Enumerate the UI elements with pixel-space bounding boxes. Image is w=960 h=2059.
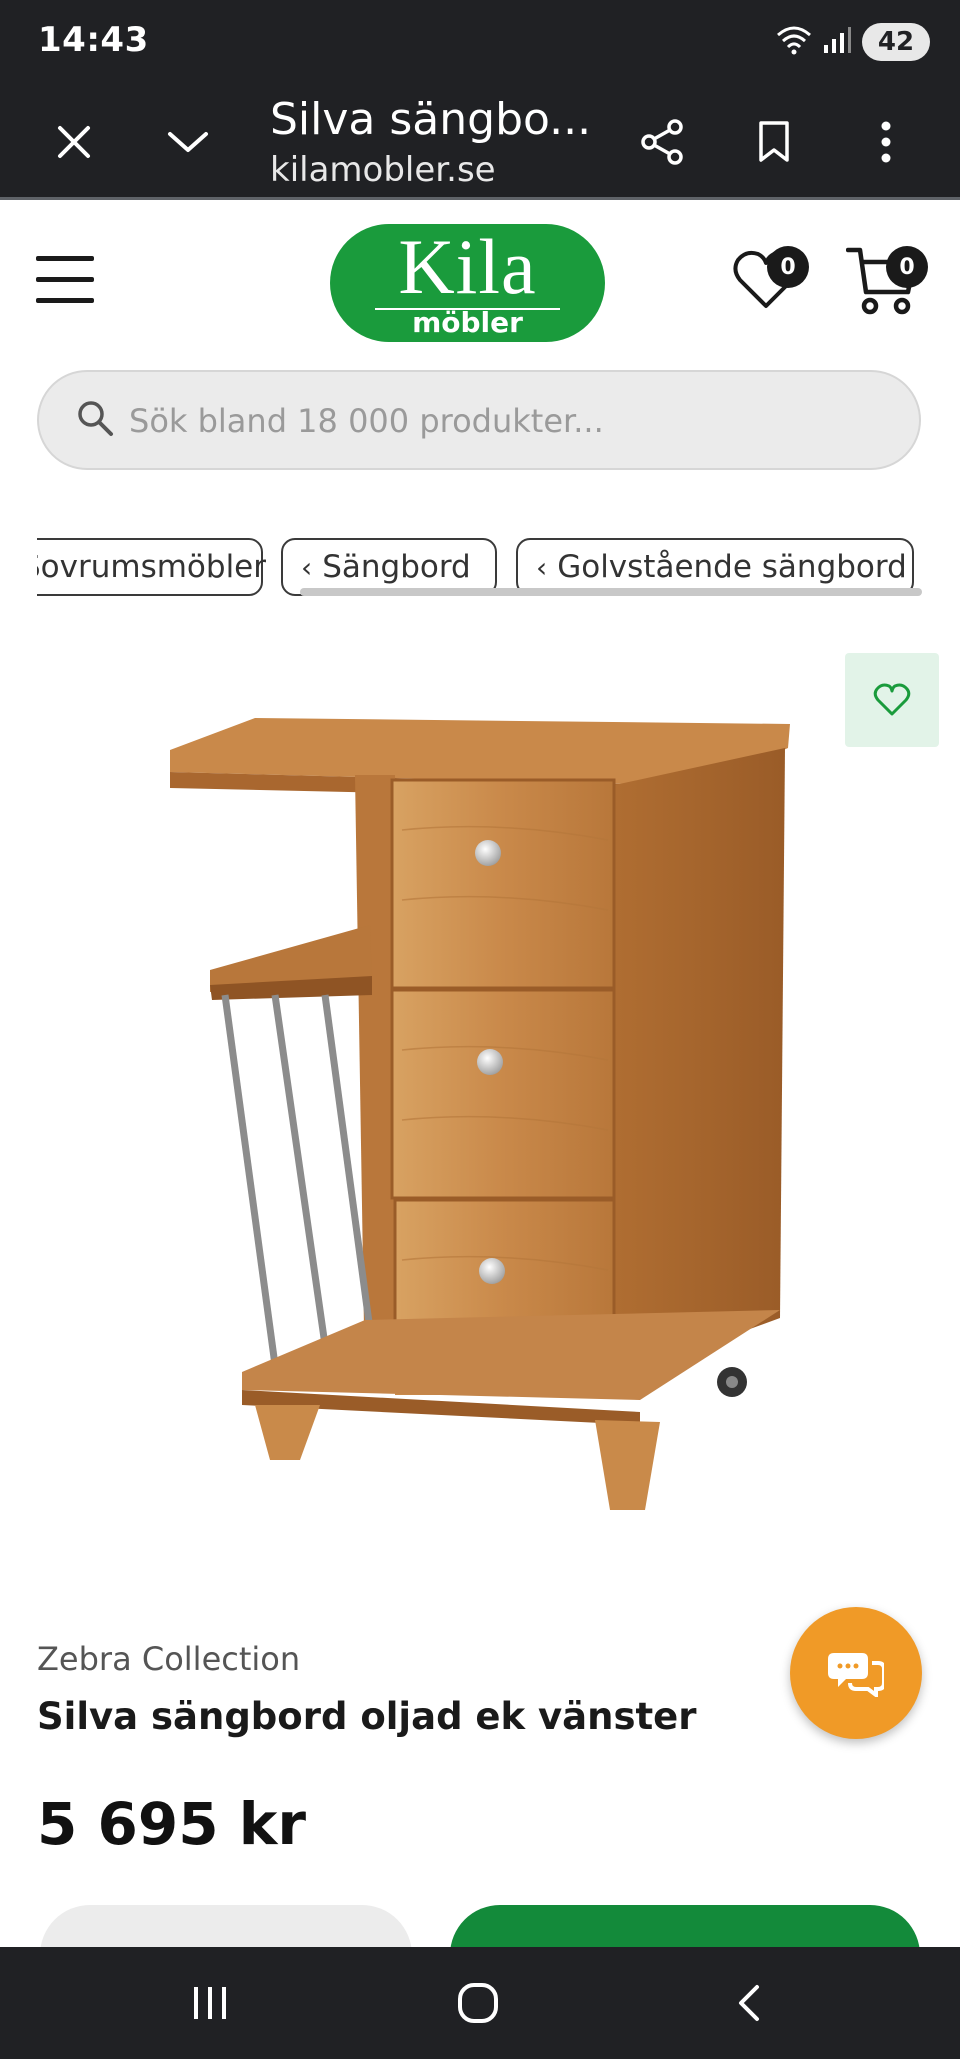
recent-apps-icon[interactable] xyxy=(180,1973,240,2033)
product-image[interactable] xyxy=(140,700,820,1520)
search-input[interactable] xyxy=(127,390,891,452)
back-icon[interactable] xyxy=(718,1973,778,2033)
more-vert-icon[interactable] xyxy=(858,114,914,170)
favorites-button[interactable]: 0 xyxy=(730,244,810,324)
cart-count-badge: 0 xyxy=(886,246,928,288)
close-icon[interactable] xyxy=(46,114,102,170)
breadcrumb-item[interactable]: Sovrumsmöbler xyxy=(37,538,267,596)
search-icon xyxy=(75,398,115,438)
search-bar[interactable] xyxy=(37,370,921,470)
chevron-down-icon[interactable] xyxy=(160,114,216,170)
status-bar: 14:43 42 xyxy=(0,0,960,84)
browser-toolbar: Silva sängbo... kilamobler.se xyxy=(0,84,960,199)
system-nav-bar xyxy=(0,1947,960,2059)
product-brand[interactable]: Zebra Collection xyxy=(37,1640,300,1678)
breadcrumb-label: Sängbord xyxy=(322,549,471,585)
page-title: Silva sängbo... xyxy=(270,94,592,145)
breadcrumb-label: Golvstående sängbord xyxy=(557,549,907,585)
battery-icon: 42 xyxy=(862,23,930,61)
chat-icon xyxy=(828,1653,884,1697)
chevron-left-icon: ‹ xyxy=(301,550,313,584)
bookmark-icon[interactable] xyxy=(746,114,802,170)
chevron-left-icon: ‹ xyxy=(536,550,548,584)
product-price: 5 695 kr xyxy=(37,1790,306,1858)
signal-icon xyxy=(822,25,852,60)
cart-button[interactable]: 0 xyxy=(845,244,928,324)
add-to-favorites-button[interactable] xyxy=(845,653,939,747)
status-time: 14:43 xyxy=(38,20,149,60)
logo-sub-text: möbler xyxy=(412,306,523,339)
status-icons: 42 xyxy=(776,22,930,62)
share-icon[interactable] xyxy=(634,114,690,170)
site-logo[interactable]: Kila möbler xyxy=(330,224,605,342)
site-header: Kila möbler 0 0 xyxy=(0,200,960,360)
wifi-icon xyxy=(776,25,812,60)
page-url[interactable]: kilamobler.se xyxy=(270,150,496,190)
heart-icon xyxy=(873,683,911,716)
chat-button[interactable] xyxy=(790,1607,922,1739)
product-title: Silva sängbord oljad ek vänster xyxy=(37,1695,697,1738)
home-icon[interactable] xyxy=(448,1973,508,2033)
logo-underline xyxy=(375,308,560,310)
menu-icon[interactable] xyxy=(36,256,96,304)
logo-main-text: Kila xyxy=(398,223,537,310)
breadcrumb-label: Sovrumsmöbler xyxy=(37,549,267,585)
favorites-count-badge: 0 xyxy=(767,246,809,288)
breadcrumb-scrollbar[interactable] xyxy=(300,588,922,596)
